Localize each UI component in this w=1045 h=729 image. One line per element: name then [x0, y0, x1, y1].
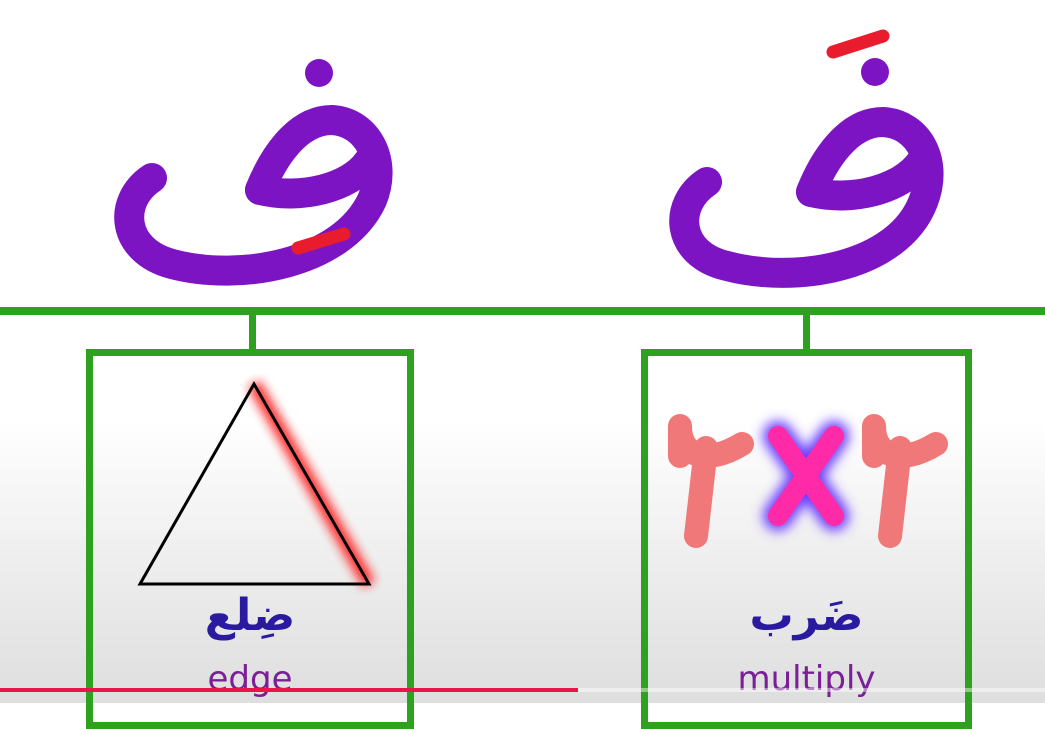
video-progress-bar[interactable] — [0, 688, 1045, 692]
word-arabic-multiply: ضَرب — [749, 590, 864, 641]
multiplication-picture — [668, 414, 948, 548]
word-arabic-edge: ضِلع — [204, 590, 296, 641]
branch-stem-right — [803, 313, 810, 351]
branch-stem-left — [249, 313, 256, 351]
branch-line — [0, 307, 1045, 315]
letter-dad-kasra — [114, 59, 393, 286]
letter-dad-fatha — [669, 29, 944, 288]
video-progress-fill — [0, 688, 578, 692]
word-card-multiply: ضَرب multiply — [641, 349, 972, 729]
triangle-edge-picture — [137, 380, 376, 588]
lesson-slide: ضِلع edge ضَرب multiply — [0, 0, 1045, 729]
word-card-edge: ضِلع edge — [86, 349, 414, 729]
